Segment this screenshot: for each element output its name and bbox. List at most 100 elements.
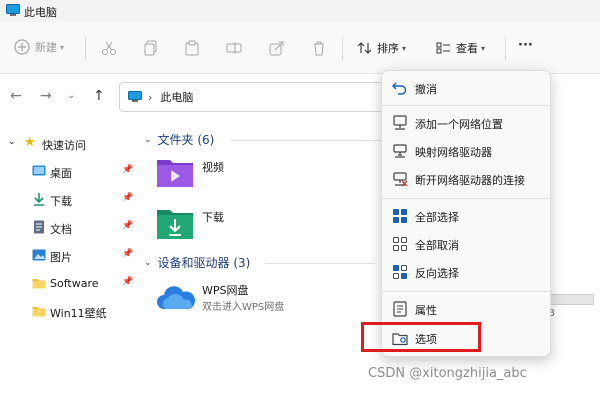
folder-item-videos[interactable]: 视频: [156, 154, 326, 192]
chevron-down-icon: ▾: [481, 43, 486, 53]
back-arrow-icon[interactable]: ←: [10, 88, 22, 104]
breadcrumb-separator: ›: [148, 90, 153, 104]
folder-icon: [32, 307, 46, 317]
title-bar: 此电脑: [0, 0, 600, 22]
sidebar-item-downloads[interactable]: 下载 📌: [0, 187, 138, 213]
document-icon: [34, 220, 44, 234]
this-pc-icon: [128, 91, 142, 102]
up-arrow-icon[interactable]: ↑: [93, 88, 105, 104]
folders-group-header[interactable]: ⌄ 文件夹 (6): [144, 131, 214, 148]
star-icon: ★: [24, 135, 36, 150]
drive-item-wps-cloud[interactable]: WPS网盘 双击进入WPS网盘: [156, 280, 336, 316]
view-button[interactable]: 查看 ▾: [436, 40, 485, 56]
chevron-down-icon: ⌄: [144, 134, 152, 145]
new-button[interactable]: 新建 ▾: [14, 39, 64, 55]
menu-item-label: 撤消: [415, 83, 437, 96]
group-divider: [265, 263, 375, 264]
folders-group-label: 文件夹 (6): [157, 133, 215, 147]
chevron-down-icon: ▾: [402, 43, 407, 53]
sidebar-item-win11-wallpaper[interactable]: Win11壁纸: [0, 299, 138, 325]
sidebar-item-label: Win11壁纸: [50, 307, 107, 320]
undo-icon: [392, 82, 407, 95]
new-label: 新建: [35, 41, 57, 54]
menu-item-disconnect-network-drive[interactable]: 断开网络驱动器的连接: [387, 166, 545, 192]
menu-item-label: 断开网络驱动器的连接: [415, 174, 525, 187]
menu-item-label: 属性: [415, 304, 437, 317]
drive-name: WPS网盘: [202, 284, 249, 297]
toolbar-divider: [505, 37, 506, 61]
sidebar-item-desktop[interactable]: 桌面 📌: [0, 159, 138, 185]
chevron-down-icon: ⌄: [8, 137, 16, 147]
chevron-down-icon: ⌄: [144, 257, 152, 268]
sidebar-item-software[interactable]: Software 📌: [0, 271, 138, 297]
breadcrumb-this-pc[interactable]: 此电脑: [160, 89, 193, 105]
chevron-down-icon: ▾: [60, 42, 65, 52]
menu-item-properties[interactable]: 属性: [387, 296, 545, 322]
menu-item-invert-selection[interactable]: 反向选择: [387, 259, 545, 285]
sidebar-item-documents[interactable]: 文档 📌: [0, 215, 138, 241]
quick-access-label: 快速访问: [42, 139, 86, 152]
folder-item-downloads[interactable]: 下载: [156, 204, 326, 242]
menu-item-add-network-location[interactable]: 添加一个网络位置: [387, 110, 545, 136]
share-icon[interactable]: [269, 40, 285, 56]
folder-label: 视频: [202, 161, 224, 174]
view-icon: [436, 42, 450, 54]
sort-label: 排序: [377, 42, 399, 55]
sort-icon: [357, 42, 372, 54]
sidebar-item-label: 文档: [50, 223, 72, 236]
menu-item-label: 全部选择: [415, 211, 459, 224]
desktop-icon: [32, 165, 46, 176]
context-menu: 撤消 添加一个网络位置 映射网络驱动器 断开网络驱动器的连接 全部选择 全部取消…: [381, 70, 551, 357]
address-bar[interactable]: › 此电脑: [119, 82, 411, 112]
view-label: 查看: [456, 42, 478, 55]
menu-item-label: 全部取消: [415, 239, 459, 252]
pin-icon: 📌: [122, 221, 134, 231]
menu-separator: [382, 291, 550, 292]
download-folder-icon: [157, 210, 193, 239]
more-options-icon[interactable]: ···: [518, 38, 533, 53]
select-none-icon: [393, 237, 407, 251]
menu-separator: [382, 198, 550, 199]
toolbar-divider: [342, 37, 343, 61]
chevron-down-icon[interactable]: ⌄: [67, 90, 75, 101]
menu-item-select-none[interactable]: 全部取消: [387, 231, 545, 257]
copy-icon[interactable]: [143, 40, 159, 56]
properties-icon: [393, 301, 407, 317]
new-icon: [14, 39, 30, 55]
menu-item-map-network-drive[interactable]: 映射网络驱动器: [387, 138, 545, 164]
rename-icon[interactable]: [226, 40, 242, 56]
cloud-icon: [157, 286, 196, 309]
add-network-location-icon: [393, 115, 407, 130]
command-bar: 新建 ▾ 排序 ▾ 查看 ▾ ···: [0, 22, 600, 74]
menu-separator: [382, 105, 550, 106]
paste-icon[interactable]: [184, 40, 200, 56]
delete-icon[interactable]: [311, 40, 327, 56]
drive-description: 双击进入WPS网盘: [202, 302, 285, 313]
download-icon: [34, 193, 44, 206]
menu-item-select-all[interactable]: 全部选择: [387, 203, 545, 229]
window-title: 此电脑: [24, 6, 57, 19]
sidebar-item-label: Software: [50, 277, 99, 290]
sidebar-item-quick-access[interactable]: ⌄ ★ 快速访问: [0, 131, 138, 157]
drives-group-header[interactable]: ⌄ 设备和驱动器 (3): [144, 254, 250, 271]
this-pc-icon: [6, 4, 20, 16]
forward-arrow-icon[interactable]: →: [40, 88, 52, 104]
sidebar-item-pictures[interactable]: 图片 📌: [0, 243, 138, 269]
drive-usage-bar: [548, 294, 594, 305]
disconnect-network-drive-icon: [393, 172, 408, 187]
menu-item-label: 反向选择: [415, 267, 459, 280]
pin-icon: 📌: [122, 193, 134, 203]
map-network-drive-icon: [393, 144, 407, 158]
watermark: CSDN @xitongzhijia_abc: [368, 366, 527, 381]
sidebar-item-label: 桌面: [50, 167, 72, 180]
pin-icon: 📌: [122, 277, 134, 287]
cut-icon[interactable]: [101, 40, 117, 56]
picture-icon: [32, 249, 46, 261]
invert-selection-icon: [393, 265, 407, 279]
sidebar-item-label: 图片: [50, 251, 72, 264]
sort-button[interactable]: 排序 ▾: [357, 40, 406, 56]
drives-group-label: 设备和驱动器 (3): [157, 256, 251, 270]
navigation-pane: ⌄ ★ 快速访问 桌面 📌 下载 📌 文档 📌 图片 📌 Software 📌 …: [0, 118, 138, 397]
folder-icon: [32, 279, 46, 289]
menu-item-undo[interactable]: 撤消: [387, 75, 545, 101]
